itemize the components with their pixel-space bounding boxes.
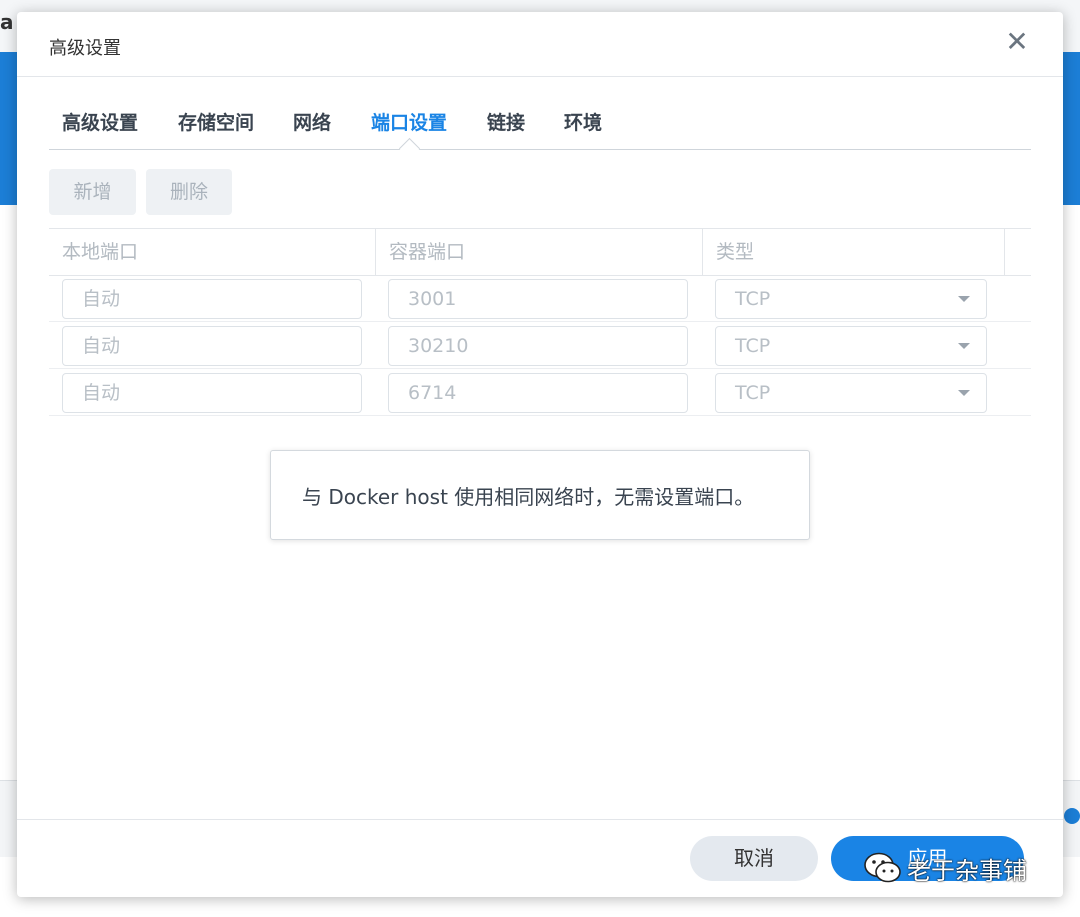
table-row: 自动 30210 TCP (49, 322, 1031, 369)
background-indicator (1064, 808, 1080, 824)
dropdown-arrow-icon[interactable] (958, 390, 970, 396)
tab-advanced-settings[interactable]: 高级设置 (62, 108, 138, 135)
dialog-title: 高级设置 (49, 38, 121, 59)
protocol-select[interactable]: TCP (715, 373, 987, 413)
advanced-settings-dialog: 高级设置 ✕ 高级设置 存储空间 网络 端口设置 链接 环境 新增 删除 本地端… (17, 12, 1063, 897)
column-header-local-port[interactable]: 本地端口 (49, 229, 375, 275)
protocol-select[interactable]: TCP (715, 326, 987, 366)
tabs-divider (49, 149, 1031, 150)
container-port-input[interactable]: 3001 (388, 279, 688, 319)
cancel-button[interactable]: 取消 (690, 836, 818, 881)
info-tooltip: 与 Docker host 使用相同网络时，无需设置端口。 (270, 450, 810, 540)
title-divider (17, 76, 1063, 77)
local-port-input[interactable]: 自动 (62, 373, 362, 413)
column-header-type[interactable]: 类型 (703, 229, 1003, 275)
local-port-input[interactable]: 自动 (62, 279, 362, 319)
protocol-value: TCP (735, 382, 771, 404)
background-app-title: a (0, 10, 14, 34)
table-row: 自动 6714 TCP (49, 369, 1031, 416)
protocol-value: TCP (735, 288, 771, 310)
dropdown-arrow-icon[interactable] (958, 343, 970, 349)
watermark: 老于杂事铺 (863, 848, 1027, 888)
dropdown-arrow-icon[interactable] (958, 296, 970, 302)
tab-network[interactable]: 网络 (293, 108, 331, 135)
protocol-select[interactable]: TCP (715, 279, 987, 319)
table-header: 本地端口 容器端口 类型 (49, 228, 1031, 276)
local-port-input[interactable]: 自动 (62, 326, 362, 366)
add-button[interactable]: 新增 (49, 169, 136, 215)
tab-storage[interactable]: 存储空间 (178, 108, 254, 135)
tab-bar: 高级设置 存储空间 网络 端口设置 链接 环境 (49, 108, 1031, 148)
footer-divider (17, 819, 1063, 820)
close-icon[interactable]: ✕ (1005, 28, 1029, 56)
tab-links[interactable]: 链接 (487, 108, 525, 135)
table-row: 自动 3001 TCP (49, 275, 1031, 322)
tab-port-settings[interactable]: 端口设置 (371, 108, 447, 135)
container-port-input[interactable]: 6714 (388, 373, 688, 413)
protocol-value: TCP (735, 335, 771, 357)
watermark-text: 老于杂事铺 (907, 856, 1027, 885)
column-header-container-port[interactable]: 容器端口 (376, 229, 702, 275)
wechat-icon (864, 852, 901, 883)
tab-environment[interactable]: 环境 (564, 108, 602, 135)
info-message: 与 Docker host 使用相同网络时，无需设置端口。 (302, 485, 755, 509)
column-separator (1004, 229, 1005, 275)
delete-button[interactable]: 删除 (146, 169, 232, 215)
container-port-input[interactable]: 30210 (388, 326, 688, 366)
